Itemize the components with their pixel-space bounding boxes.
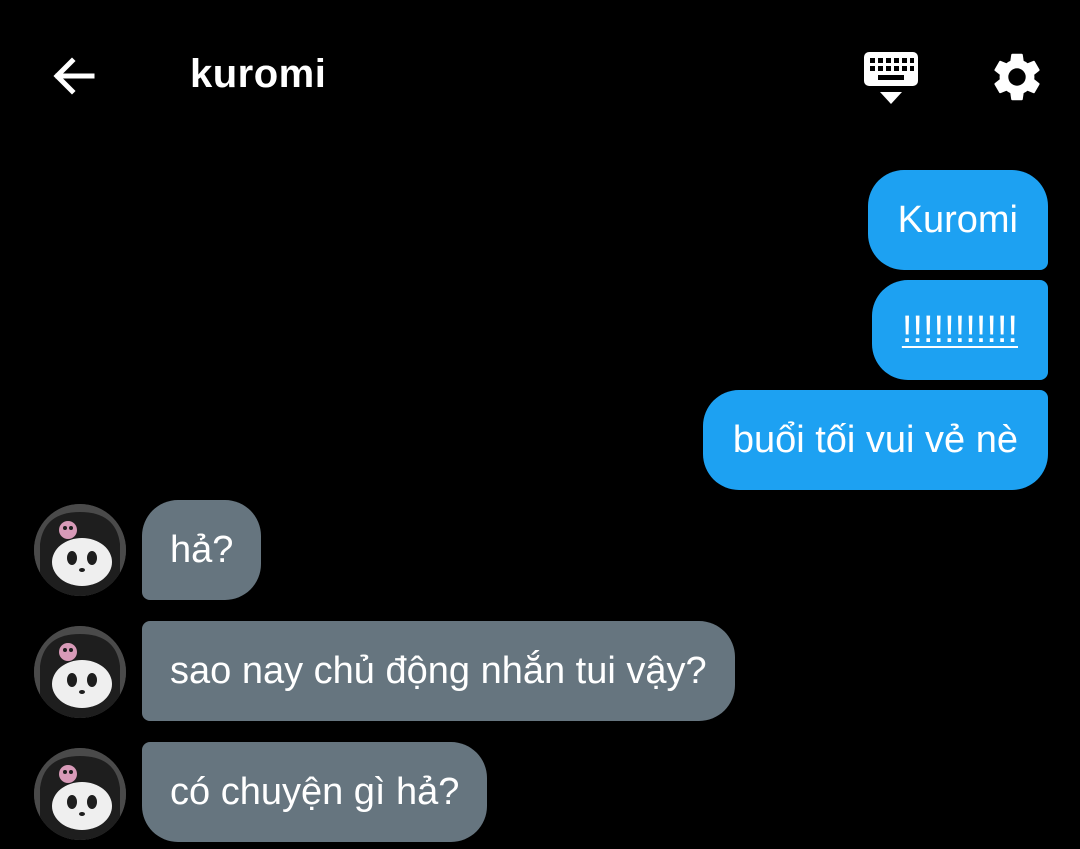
kuromi-avatar-image [34,748,126,840]
arrow-left-icon [53,57,95,95]
sent-message[interactable]: buổi tối vui vẻ nè [702,390,1048,490]
message-text: sao nay chủ động nhắn tui vậy? [170,650,707,692]
message-text: Kuromi [897,199,1018,241]
keyboard-toggle-button[interactable] [860,50,922,106]
settings-button[interactable] [988,48,1046,106]
gear-icon [994,53,1040,101]
message-text: có chuyện gì hả? [170,771,460,813]
sent-message[interactable]: !!!!!!!!!!! [871,280,1048,380]
sent-message[interactable]: Kuromi [867,170,1048,270]
message-text: !!!!!!!!!!! [901,309,1018,351]
avatar[interactable] [34,626,126,718]
back-button[interactable] [46,48,102,104]
keyboard-hide-icon [864,52,918,104]
received-message[interactable]: có chuyện gì hả? [142,742,488,842]
kuromi-avatar-image [34,626,126,718]
kuromi-avatar-image [34,504,126,596]
received-message[interactable]: sao nay chủ động nhắn tui vậy? [142,621,735,721]
avatar[interactable] [34,748,126,840]
message-text: hả? [170,529,234,571]
conversation-title: kuromi [190,52,327,96]
message-text: buổi tối vui vẻ nè [732,419,1018,461]
received-message[interactable]: hả? [142,500,262,600]
chat-header: kuromi [0,0,1080,150]
avatar[interactable] [34,504,126,596]
